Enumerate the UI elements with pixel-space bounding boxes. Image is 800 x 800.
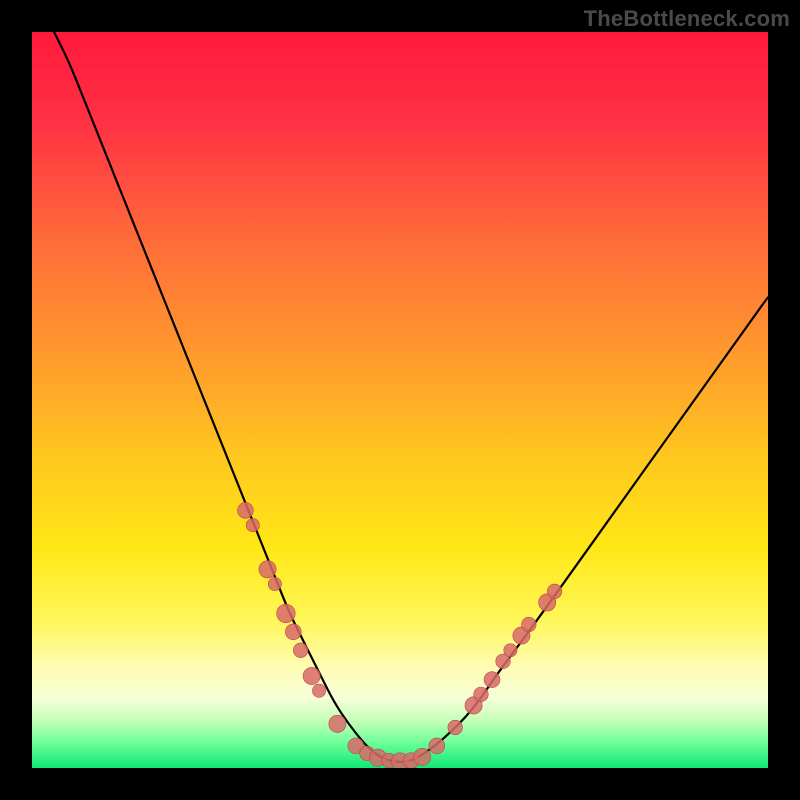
watermark-text: TheBottleneck.com [584, 6, 790, 32]
data-marker [429, 738, 445, 754]
data-marker [484, 672, 500, 688]
data-marker [312, 684, 325, 697]
chart-svg [32, 32, 768, 768]
data-marker [329, 715, 346, 732]
data-marker [522, 617, 537, 632]
data-marker [285, 624, 301, 640]
data-marker [277, 604, 296, 623]
data-marker [547, 584, 562, 599]
data-marker [246, 518, 259, 531]
data-marker [259, 561, 276, 578]
chart-container: TheBottleneck.com [0, 0, 800, 800]
data-marker [474, 687, 489, 702]
data-marker [293, 643, 308, 658]
data-marker [413, 748, 430, 765]
plot-area [32, 32, 768, 768]
data-marker [303, 667, 320, 684]
data-marker [448, 720, 463, 735]
data-marker [237, 502, 253, 518]
data-marker [504, 644, 517, 657]
gradient-background [32, 32, 768, 768]
data-marker [268, 577, 281, 590]
